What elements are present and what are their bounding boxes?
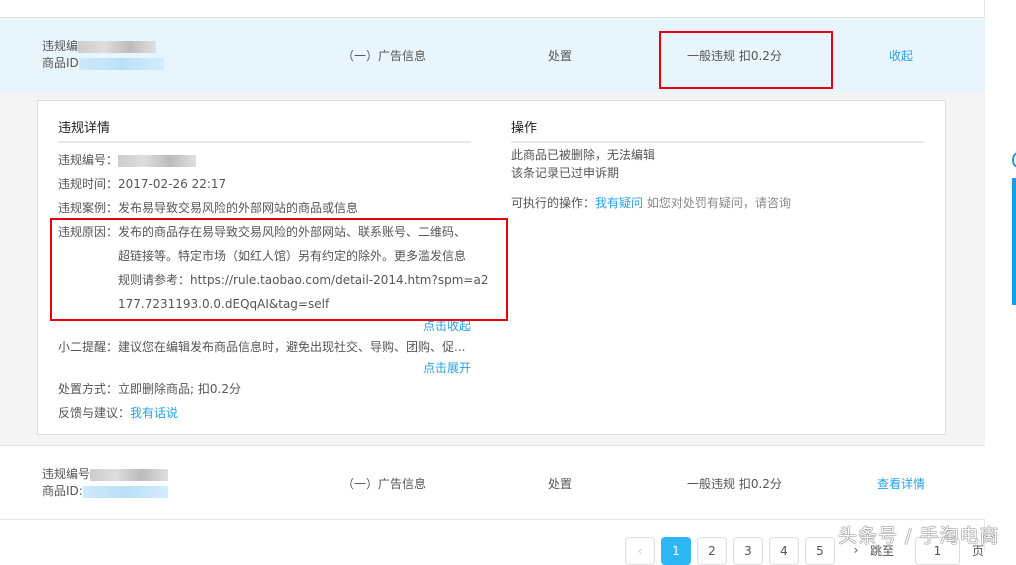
violation-ids: 违规编 商品ID xyxy=(42,38,164,72)
product-id-label: 商品ID: xyxy=(42,484,83,498)
page-button[interactable]: 2 xyxy=(697,537,727,565)
question-link[interactable]: 我有疑问 xyxy=(595,196,643,210)
feedback-label: 反馈与建议： xyxy=(58,406,131,420)
view-detail-link[interactable]: 查看详情 xyxy=(877,475,925,492)
case-value: 发布易导致交易风险的外部网站的商品或信息 xyxy=(118,201,359,215)
detail-title: 违规详情 xyxy=(58,117,471,143)
annotation-box xyxy=(50,218,508,321)
page-button[interactable]: 3 xyxy=(733,537,763,565)
side-tab-bar[interactable] xyxy=(1012,178,1016,305)
collapse-link[interactable]: 收起 xyxy=(889,47,913,64)
violation-ids: 违规编号 商品ID: xyxy=(42,466,169,500)
question-hint: 如您对处罚有疑问，请咨询 xyxy=(646,196,791,210)
category: （一）广告信息 xyxy=(342,477,427,491)
blurred-product-id[interactable] xyxy=(78,57,164,70)
available-label: 可执行的操作： xyxy=(511,196,596,210)
method-label: 处置方式： xyxy=(58,382,119,396)
violation-row[interactable]: 违规编号 商品ID: （一）广告信息 处置 一般违规 扣0.2分 查看详情 xyxy=(0,445,985,520)
side-circle-icon xyxy=(1012,152,1016,168)
page-button[interactable]: 5 xyxy=(805,537,835,565)
tip-label: 小二提醒： xyxy=(58,340,119,354)
product-id-label: 商品ID xyxy=(42,56,79,70)
case-label: 违规案例： xyxy=(58,201,119,215)
operation-title: 操作 xyxy=(511,117,924,143)
time-value: 2017-02-26 22:17 xyxy=(118,177,227,191)
annotation-box xyxy=(659,31,833,89)
action: 处置 xyxy=(548,477,573,491)
violation-row-expanded[interactable]: 违规编 商品ID （一）广告信息 处置 一般违规 扣0.2分 收起 xyxy=(0,17,985,92)
watermark: 头条号 / 手淘电商 xyxy=(838,525,1000,547)
page-button[interactable]: 4 xyxy=(769,537,799,565)
blurred-violation-no xyxy=(78,40,157,53)
operation-expired-text: 该条记录已过申诉期 xyxy=(511,166,620,180)
violation-no-label: 违规编号 xyxy=(42,467,91,481)
tip-value: 建议您在编辑发布商品信息时，避免出现社交、导购、团购、促... xyxy=(118,340,466,354)
action: 处置 xyxy=(548,49,573,63)
blurred-no xyxy=(118,154,197,167)
prev-page-button[interactable]: ‹ xyxy=(625,537,655,565)
blurred-product-id[interactable] xyxy=(82,485,168,498)
page-button[interactable]: 1 xyxy=(661,537,691,565)
category: （一）广告信息 xyxy=(342,49,427,63)
penalty: 一般违规 扣0.2分 xyxy=(687,477,782,491)
no-label: 违规编号： xyxy=(58,153,119,167)
violation-no-label: 违规编 xyxy=(42,39,79,53)
time-label: 违规时间： xyxy=(58,177,119,191)
blurred-violation-no xyxy=(90,468,169,481)
feedback-link[interactable]: 我有话说 xyxy=(130,406,178,420)
expand-tip-link[interactable]: 点击展开 xyxy=(423,356,471,380)
operation-deleted-text: 此商品已被删除，无法编辑 xyxy=(511,148,656,162)
violation-list: 违规编 商品ID （一）广告信息 处置 一般违规 扣0.2分 收起 违规详情 违… xyxy=(0,0,985,565)
method-value: 立即删除商品; 扣0.2分 xyxy=(118,382,241,396)
